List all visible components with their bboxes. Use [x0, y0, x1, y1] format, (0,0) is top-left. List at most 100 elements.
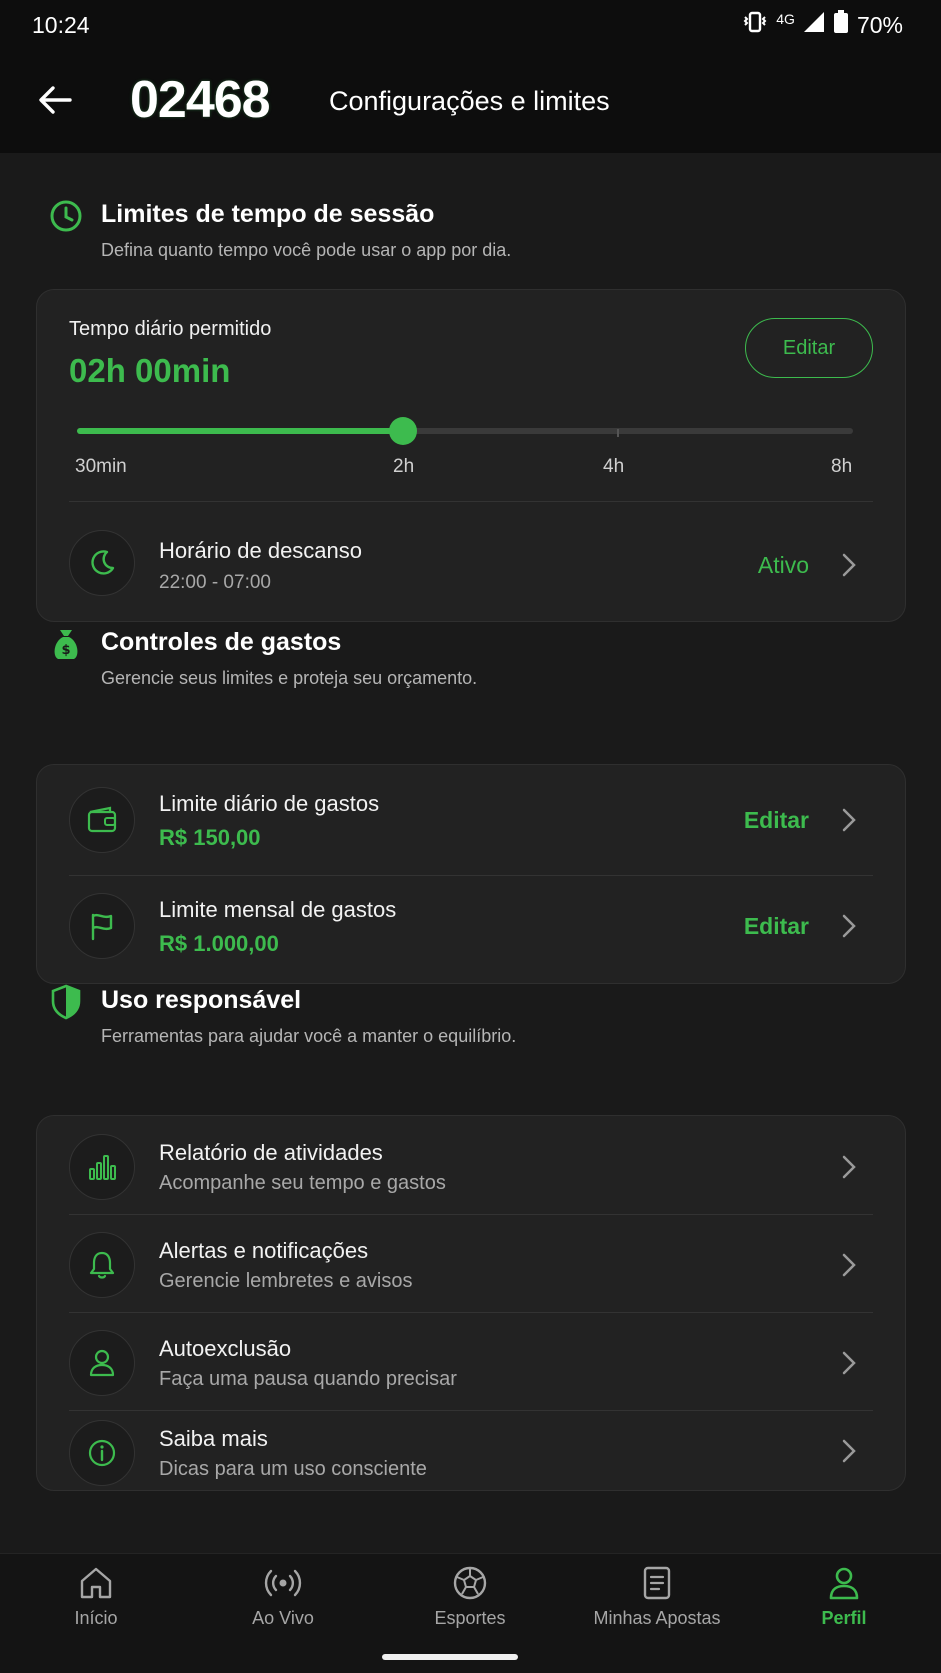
app-header: 02468 Configurações e limites: [0, 50, 941, 153]
self-exclusion-title: Autoexclusão: [159, 1336, 292, 1361]
spending-section-header: $ Controles de gastos Gerencie seus limi…: [48, 626, 908, 696]
status-icons: 4G 70%: [742, 10, 903, 40]
clock-icon: [50, 200, 82, 232]
chevron-right-icon: [842, 914, 856, 938]
soccer-ball-icon: [453, 1566, 487, 1600]
live-icon: [264, 1569, 302, 1597]
session-section-header: Limites de tempo de sessão Defina quanto…: [48, 198, 908, 268]
user-icon: [89, 1349, 115, 1377]
rest-hours-status: Ativo: [757, 552, 809, 578]
learn-more-title: Saiba mais: [159, 1426, 268, 1451]
slider-tick-4h: [617, 429, 619, 437]
battery-icon: [833, 10, 849, 40]
allowed-time-value: 02h 00min: [69, 352, 231, 389]
alerts-row[interactable]: Alertas e notificações Gerencie lembrete…: [69, 1220, 873, 1308]
tab-profile-label: Perfil: [821, 1608, 867, 1628]
tab-live-label: Ao Vivo: [252, 1608, 314, 1628]
time-slider[interactable]: [77, 416, 853, 456]
edit-time-button[interactable]: Editar: [745, 318, 873, 378]
monthly-limit-edit[interactable]: Editar: [744, 913, 809, 940]
info-icon: [88, 1439, 116, 1467]
bar-chart-icon-circle: [69, 1134, 135, 1200]
spending-subtitle: Gerencie seus limites e proteja seu orça…: [101, 668, 478, 688]
divider: [69, 1214, 873, 1215]
learn-more-subtitle: Dicas para um uso consciente: [159, 1458, 427, 1480]
arrow-left-icon: [39, 86, 72, 114]
edit-time-label: Editar: [782, 336, 836, 359]
ticket-icon: [643, 1566, 671, 1600]
rest-hours-time: 22:00 - 07:00: [159, 572, 271, 593]
bell-icon: [89, 1251, 115, 1279]
user-icon-circle: [69, 1330, 135, 1396]
flag-icon-circle: [69, 893, 135, 959]
wallet-icon-circle: [69, 787, 135, 853]
signal-icon: [803, 11, 825, 39]
divider: [69, 875, 873, 876]
bell-icon-circle: [69, 1232, 135, 1298]
shield-icon: [51, 984, 81, 1020]
session-subtitle: Defina quanto tempo você pode usar o app…: [101, 240, 512, 260]
chevron-right-icon: [842, 808, 856, 832]
chevron-right-icon: [842, 1351, 856, 1375]
wallet-icon: [87, 806, 117, 833]
tick-label-4h: 4h: [603, 456, 625, 477]
monthly-limit-title: Limite mensal de gastos: [159, 897, 397, 922]
page-title: Configurações e limites: [329, 86, 610, 116]
home-icon: [80, 1567, 112, 1599]
bar-chart-icon: [89, 1155, 116, 1180]
tick-label-30min: 30min: [75, 456, 127, 477]
svg-text:$: $: [61, 643, 70, 658]
moon-icon: [91, 550, 115, 575]
alerts-title: Alertas e notificações: [159, 1238, 369, 1263]
status-bar: 10:24 4G 70%: [0, 0, 941, 50]
moon-icon-circle: [69, 530, 135, 596]
profile-icon: [829, 1567, 859, 1600]
spending-card: Limite diário de gastos R$ 150,00 Editar…: [36, 764, 906, 984]
vibrate-icon: [742, 11, 768, 39]
monthly-limit-value: R$ 1.000,00: [159, 931, 279, 956]
network-type: 4G: [776, 11, 795, 27]
divider: [69, 1410, 873, 1411]
slider-thumb[interactable]: [388, 417, 417, 445]
tick-label-8h: 8h: [831, 456, 853, 477]
tick-label-2h: 2h: [393, 456, 415, 477]
session-card: Tempo diário permitido 02h 00min Editar …: [36, 289, 906, 622]
allowed-time-label: Tempo diário permitido: [69, 318, 272, 340]
chevron-right-icon: [842, 1439, 856, 1463]
responsible-section-header: Uso responsável Ferramentas para ajudar …: [48, 984, 908, 1054]
rest-hours-title: Horário de descanso: [159, 538, 363, 563]
chevron-right-icon: [842, 1253, 856, 1277]
responsible-card: Relatório de atividades Acompanhe seu te…: [36, 1115, 906, 1491]
spending-title: Controles de gastos: [101, 628, 342, 656]
tab-home-label: Início: [74, 1608, 118, 1628]
divider: [69, 1312, 873, 1313]
home-indicator: [382, 1654, 518, 1660]
tab-sports[interactable]: Esportes: [400, 1564, 540, 1644]
monthly-limit-row[interactable]: Limite mensal de gastos R$ 1.000,00 Edit…: [69, 881, 873, 973]
responsible-subtitle: Ferramentas para ajudar você a manter o …: [101, 1026, 517, 1046]
alerts-subtitle: Gerencie lembretes e avisos: [159, 1270, 413, 1292]
daily-limit-title: Limite diário de gastos: [159, 791, 380, 816]
activity-report-title: Relatório de atividades: [159, 1140, 383, 1165]
self-exclusion-subtitle: Faça uma pausa quando precisar: [159, 1368, 457, 1390]
daily-limit-edit[interactable]: Editar: [744, 807, 809, 834]
activity-report-row[interactable]: Relatório de atividades Acompanhe seu te…: [69, 1122, 873, 1210]
responsible-title: Uso responsável: [101, 986, 302, 1014]
tab-live[interactable]: Ao Vivo: [213, 1564, 353, 1644]
learn-more-row[interactable]: Saiba mais Dicas para um uso consciente: [69, 1416, 873, 1486]
daily-limit-row[interactable]: Limite diário de gastos R$ 150,00 Editar: [69, 775, 873, 867]
money-bag-icon: $: [54, 630, 78, 659]
tab-home[interactable]: Início: [26, 1564, 166, 1644]
slider-fill: [77, 428, 403, 434]
tab-profile[interactable]: Perfil: [774, 1564, 914, 1644]
self-exclusion-row[interactable]: Autoexclusão Faça uma pausa quando preci…: [69, 1318, 873, 1406]
main-content: Limites de tempo de sessão Defina quanto…: [0, 153, 941, 1553]
rest-hours-row[interactable]: Horário de descanso 22:00 - 07:00 Ativo: [69, 518, 873, 610]
chevron-right-icon: [842, 1155, 856, 1179]
tab-sports-label: Esportes: [434, 1608, 506, 1628]
back-button[interactable]: [30, 75, 80, 125]
tab-my-bets[interactable]: Minhas Apostas: [587, 1564, 727, 1644]
info-icon-circle: [69, 1420, 135, 1486]
battery-percent: 70%: [856, 11, 903, 38]
activity-report-subtitle: Acompanhe seu tempo e gastos: [159, 1172, 446, 1194]
